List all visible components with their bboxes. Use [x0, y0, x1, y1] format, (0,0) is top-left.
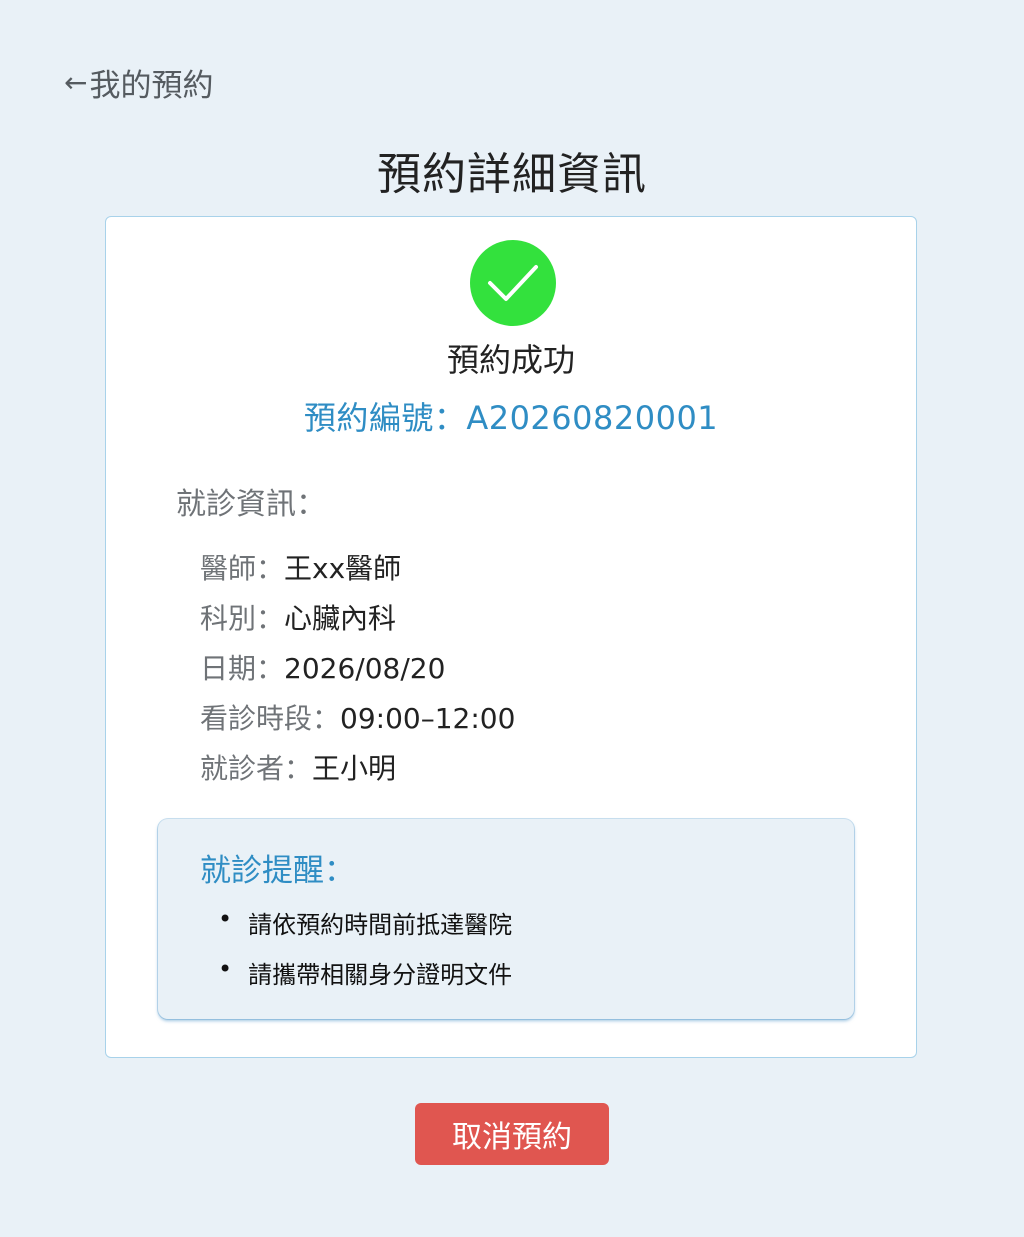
info-doctor: 醫師：王xx醫師 [200, 552, 402, 585]
info-time-slot: 看診時段：09:00–12:00 [200, 702, 516, 735]
list-item: • 請攜帶相關身分證明文件 [218, 955, 513, 989]
booking-detail-card: 預約成功 預約編號：A20260820001 就診資訊： 醫師：王xx醫師 科別… [105, 216, 917, 1058]
reminder-box: 就診提醒： • 請依預約時間前抵達醫院 • 請攜帶相關身分證明文件 [158, 819, 854, 1019]
visit-info-list: 醫師：王xx醫師 科別：心臟內科 日期：2026/08/20 看診時段：09:0… [200, 547, 515, 797]
checkmark-icon [470, 240, 556, 326]
success-message: 預約成功 [446, 341, 575, 379]
arrow-left-icon: ← [64, 65, 88, 99]
back-link[interactable]: ← 我的預約 [64, 60, 213, 105]
reminder-list: • 請依預約時間前抵達醫院 • 請攜帶相關身分證明文件 [218, 905, 512, 1005]
reminder-title: 就診提醒： [200, 853, 355, 889]
list-item: • 請依預約時間前抵達醫院 [218, 905, 513, 939]
info-date: 日期：2026/08/20 [200, 652, 446, 685]
booking-number: 預約編號：A20260820001 [303, 399, 719, 437]
bullet-icon: • [218, 905, 233, 933]
back-link-label: 我的預約 [89, 68, 214, 104]
visit-info-label: 就診資訊： [176, 487, 326, 522]
cancel-booking-button[interactable]: 取消預約 [415, 1103, 609, 1165]
info-patient: 就診者：王小明 [200, 752, 397, 785]
bullet-icon: • [218, 955, 233, 983]
info-department: 科別：心臟內科 [200, 602, 397, 635]
page-title: 預約詳細資訊 [377, 149, 647, 200]
